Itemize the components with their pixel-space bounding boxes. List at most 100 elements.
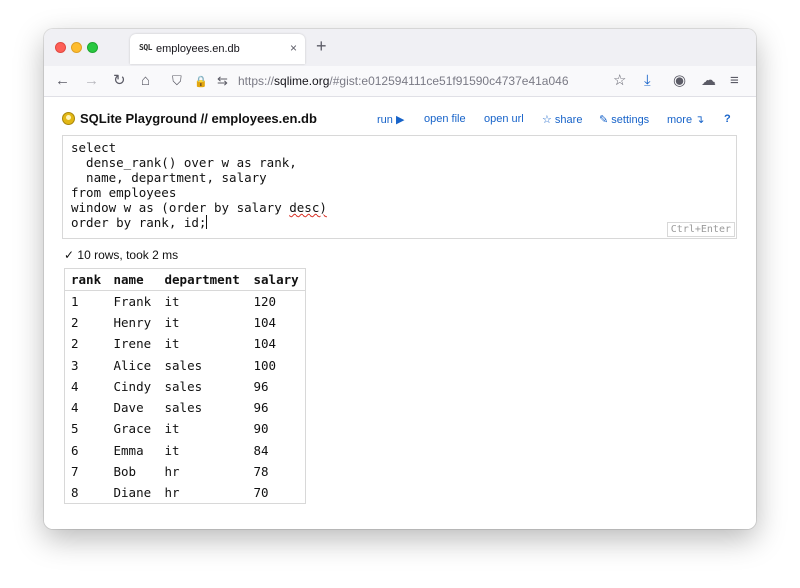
table-cell-name: Henry — [113, 314, 152, 330]
table-cell-department: it — [164, 314, 180, 330]
table-cell-name: Dave — [113, 400, 144, 416]
table-cell-salary: 104 — [253, 336, 277, 352]
home-icon[interactable]: ⌂ — [141, 72, 150, 90]
new-tab-button[interactable]: + — [316, 36, 327, 57]
table-cell-department: sales — [164, 400, 203, 416]
lock-icon[interactable]: 🔒 — [194, 73, 208, 91]
url-field[interactable]: https://sqlime.org/#gist:e012594111ce51f… — [238, 74, 569, 88]
table-cell-name: Diane — [113, 485, 152, 501]
table-cell-rank: 4 — [71, 378, 79, 394]
sql-editor[interactable]: select dense_rank() over w as rank, name… — [62, 135, 737, 239]
table-row: 6 Emma it 84 — [65, 440, 306, 461]
table-cell-department: it — [164, 421, 180, 437]
table-cell-department: hr — [164, 464, 180, 480]
page-title: SQLite Playground // employees.en.db — [62, 111, 317, 126]
table-row: 4 Dave sales 96 — [65, 397, 306, 418]
tab-active[interactable]: SQL employees.en.db × — [130, 34, 305, 64]
table-header-row: rank name department salary — [64, 268, 306, 291]
back-icon[interactable]: ← — [55, 72, 70, 90]
text-caret — [206, 215, 208, 229]
table-row: 8 Diane hr 70 — [65, 482, 306, 503]
forward-icon[interactable]: → — [84, 72, 99, 90]
table-cell-salary: 90 — [253, 421, 269, 437]
table-cell-name: Emma — [113, 442, 144, 458]
run-button[interactable]: run ▶ — [377, 113, 404, 126]
sql-favicon-icon: SQL — [139, 43, 152, 52]
column-header-salary: salary — [247, 268, 306, 291]
account-icon[interactable]: ◉ — [673, 72, 686, 90]
table-cell-salary: 96 — [253, 378, 269, 394]
column-header-department: department — [158, 268, 248, 291]
open-url-button[interactable]: open url — [484, 113, 524, 125]
table-row: 1 Frank it 120 — [65, 291, 306, 312]
table-row: 3 Alice sales 100 — [65, 354, 306, 375]
page-title-text: SQLite Playground // employees.en.db — [80, 111, 317, 126]
table-cell-salary: 96 — [253, 400, 269, 416]
table-cell-name: Irene — [113, 336, 152, 352]
spellcheck-word: desc) — [289, 200, 327, 215]
download-icon[interactable]: ⤓ — [644, 72, 651, 90]
table-cell-name: Frank — [113, 293, 152, 309]
table-row: 2 Henry it 104 — [65, 312, 306, 333]
table-cell-department: it — [164, 442, 180, 458]
tab-strip: SQL employees.en.db × + — [44, 29, 756, 66]
table-cell-rank: 4 — [71, 400, 79, 416]
table-cell-rank: 5 — [71, 421, 79, 437]
sqlite-logo-icon — [62, 112, 75, 125]
table-cell-rank: 3 — [71, 357, 79, 373]
table-row: 2 Irene it 104 — [65, 333, 306, 354]
table-cell-rank: 7 — [71, 464, 79, 480]
help-button[interactable]: ? — [724, 113, 731, 125]
settings-button[interactable]: ✎ settings — [599, 113, 649, 126]
shield-icon[interactable]: ⛉ — [172, 72, 182, 90]
query-status: ✓ 10 rows, took 2 ms — [64, 248, 179, 262]
column-header-name: name — [107, 268, 159, 291]
browser-window: SQL employees.en.db × + ← → ↻ ⌂ ⛉ 🔒 ⇆ ht… — [44, 29, 756, 529]
run-shortcut-hint: Ctrl+Enter — [666, 222, 735, 237]
permissions-icon[interactable]: ⇆ — [217, 72, 228, 90]
code-line: window w as (order by salary — [71, 200, 290, 215]
table-row: 7 Bob hr 78 — [65, 461, 306, 482]
minimize-window-button[interactable] — [71, 42, 82, 53]
table-cell-salary: 84 — [253, 442, 269, 458]
code-line: from employees — [71, 185, 177, 200]
cloud-icon[interactable]: ☁ — [701, 72, 716, 90]
url-path: /#gist:e012594111ce51f91590c4737e41a046 — [329, 74, 569, 88]
close-tab-icon[interactable]: × — [290, 41, 297, 55]
close-window-button[interactable] — [55, 42, 66, 53]
sql-code[interactable]: select dense_rank() over w as rank, name… — [71, 140, 327, 230]
table-cell-rank: 2 — [71, 314, 79, 330]
open-file-button[interactable]: open file — [424, 113, 466, 125]
navigation-bar: ← → ↻ ⌂ ⛉ 🔒 ⇆ https://sqlime.org/#gist:e… — [44, 66, 756, 97]
bookmark-star-icon[interactable]: ☆ — [613, 72, 626, 90]
more-button[interactable]: more ↴ — [667, 113, 704, 126]
tab-title: employees.en.db — [156, 43, 240, 55]
table-cell-salary: 78 — [253, 464, 269, 480]
url-scheme: https:// — [238, 74, 275, 88]
code-line: order by rank, id; — [71, 215, 207, 230]
table-cell-department: it — [164, 293, 180, 309]
table-cell-department: hr — [164, 485, 180, 501]
menu-icon[interactable]: ≡ — [730, 72, 739, 90]
results-table: rank name department salary 1 Frank it 120 2… — [64, 268, 306, 504]
maximize-window-button[interactable] — [87, 42, 98, 53]
table-cell-department: sales — [164, 357, 203, 373]
table-row: 5 Grace it 90 — [65, 418, 306, 439]
table-cell-salary: 100 — [253, 357, 277, 373]
column-header-rank: rank — [64, 268, 108, 291]
table-cell-rank: 2 — [71, 336, 79, 352]
code-line: dense_rank() over w as rank, — [71, 155, 297, 170]
results-body: 1 Frank it 120 2 Henry it 104 2 Irene it 104 3 Alice s… — [65, 291, 306, 504]
code-line: select — [71, 140, 117, 155]
table-cell-salary: 70 — [253, 485, 269, 501]
reload-icon[interactable]: ↻ — [113, 72, 126, 90]
share-button[interactable]: ☆ share — [542, 113, 582, 126]
table-cell-rank: 6 — [71, 442, 79, 458]
table-cell-name: Grace — [113, 421, 152, 437]
table-cell-salary: 104 — [253, 314, 277, 330]
page-content: SQLite Playground // employees.en.db run… — [44, 97, 756, 529]
table-cell-rank: 1 — [71, 293, 79, 309]
table-cell-rank: 8 — [71, 485, 79, 501]
table-cell-salary: 120 — [253, 293, 277, 309]
url-host: sqlime.org — [274, 74, 330, 88]
